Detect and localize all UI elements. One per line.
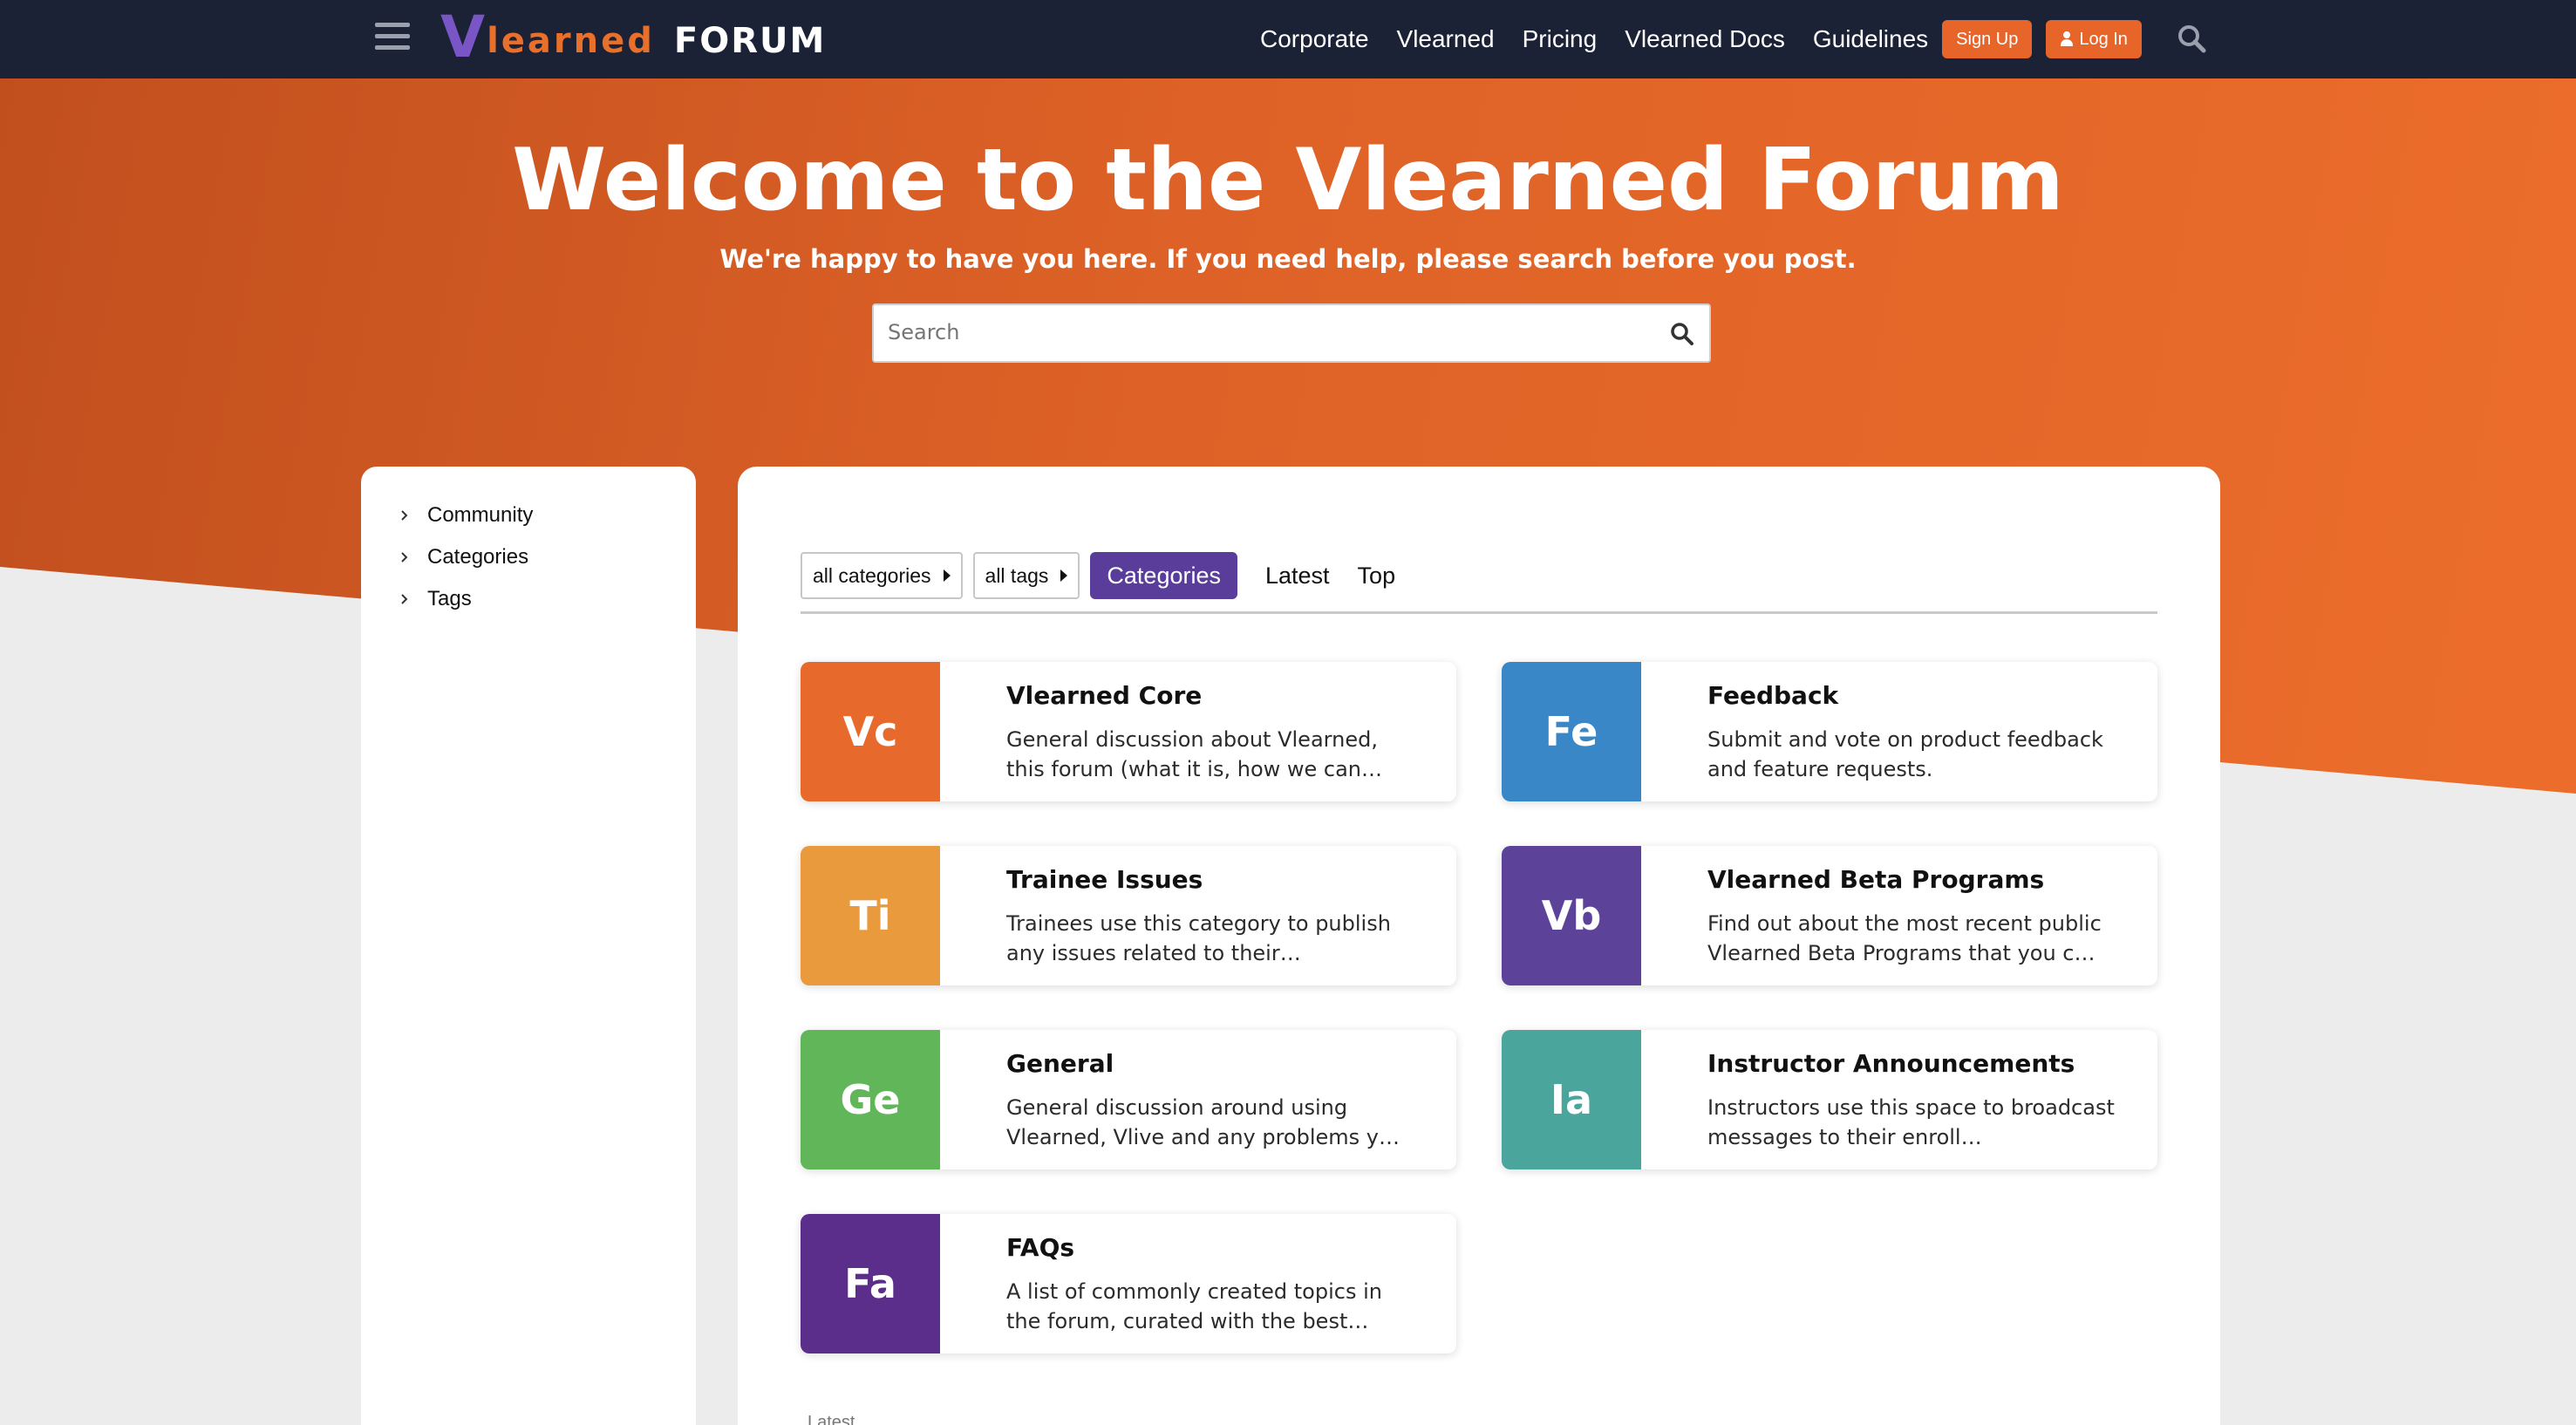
top-navigation-bar: V learned FORUM Corporate Vlearned Prici…	[0, 0, 2576, 78]
sidebar-item-label: Categories	[427, 545, 529, 569]
category-title[interactable]: General	[1006, 1049, 1114, 1078]
category-description: Instructors use this space to broadcast …	[1707, 1095, 2115, 1149]
category-title[interactable]: Trainee Issues	[1006, 865, 1203, 894]
tag-dropdown-label: all tags	[985, 563, 1049, 587]
sidebar-item-tags[interactable]: Tags	[396, 587, 472, 611]
caret-right-icon	[1060, 569, 1068, 582]
category-badge: Vc	[801, 662, 940, 801]
category-card-trainee-issues[interactable]: Ti Trainee Issues Trainees use this cate…	[801, 846, 1456, 985]
category-title[interactable]: FAQs	[1006, 1233, 1074, 1262]
category-badge: Ia	[1502, 1030, 1641, 1169]
category-description: A list of commonly created topics in the…	[1006, 1279, 1382, 1333]
sidebar-item-label: Community	[427, 503, 534, 527]
sidebar: Community Categories Tags	[361, 467, 696, 1425]
tab-top[interactable]: Top	[1358, 562, 1396, 590]
category-card-general[interactable]: Ge General General discussion around usi…	[801, 1030, 1456, 1169]
category-card-vlearned-beta-programs[interactable]: Vb Vlearned Beta Programs Find out about…	[1502, 846, 2157, 985]
category-badge: Vb	[1502, 846, 1641, 985]
sidebar-item-categories[interactable]: Categories	[396, 545, 528, 569]
search-icon[interactable]	[2176, 23, 2207, 54]
category-badge: Ge	[801, 1030, 940, 1169]
category-card-vlearned-core[interactable]: Vc Vlearned Core General discussion abou…	[801, 662, 1456, 801]
nav-link-vlearned-docs[interactable]: Vlearned Docs	[1625, 25, 1785, 53]
tab-latest[interactable]: Latest	[1265, 562, 1330, 590]
latest-section-label: Latest	[808, 1413, 855, 1425]
nav-link-corporate[interactable]: Corporate	[1260, 25, 1369, 53]
category-description: Submit and vote on product feedback and …	[1707, 727, 2103, 781]
sidebar-item-label: Tags	[427, 587, 472, 610]
logo-v: V	[440, 3, 486, 71]
chevron-right-icon	[401, 510, 408, 521]
sign-up-label: Sign Up	[1956, 29, 2019, 49]
tag-dropdown[interactable]: all tags	[972, 552, 1080, 599]
caret-right-icon	[943, 569, 951, 582]
chevron-right-icon	[401, 594, 408, 604]
sign-up-button[interactable]: Sign Up	[1942, 20, 2033, 58]
chevron-right-icon	[401, 552, 408, 562]
tab-categories[interactable]: Categories	[1090, 552, 1237, 599]
category-dropdown[interactable]: all categories	[801, 552, 963, 599]
user-icon	[2060, 31, 2074, 47]
tab-divider	[801, 611, 2157, 614]
log-in-button[interactable]: Log In	[2046, 20, 2142, 58]
category-description: Find out about the most recent public Vl…	[1707, 911, 2102, 965]
category-title[interactable]: Vlearned Beta Programs	[1707, 865, 2044, 894]
category-title[interactable]: Instructor Announcements	[1707, 1049, 2075, 1078]
main-content: all categories all tags Categories Lates…	[738, 467, 2220, 1425]
nav-link-vlearned[interactable]: Vlearned	[1397, 25, 1495, 53]
page-title: Welcome to the Vlearned Forum	[512, 131, 2064, 230]
sidebar-item-community[interactable]: Community	[396, 503, 533, 528]
filter-bar: all categories all tags Categories Lates…	[801, 550, 1423, 601]
logo-learned: learned	[487, 21, 655, 61]
category-card-instructor-announcements[interactable]: Ia Instructor Announcements Instructors …	[1502, 1030, 2157, 1169]
hamburger-menu-icon[interactable]	[375, 23, 410, 51]
page-subtitle: We're happy to have you here. If you nee…	[719, 244, 1857, 274]
nav-link-guidelines[interactable]: Guidelines	[1813, 25, 1928, 53]
category-badge: Ti	[801, 846, 940, 985]
search-input[interactable]	[888, 320, 1655, 344]
category-dropdown-label: all categories	[813, 563, 931, 587]
category-description: General discussion around using Vlearned…	[1006, 1095, 1400, 1149]
search-box[interactable]	[872, 303, 1711, 363]
category-description: Trainees use this category to publish an…	[1006, 911, 1391, 965]
search-icon[interactable]	[1669, 321, 1695, 347]
category-card-feedback[interactable]: Fe Feedback Submit and vote on product f…	[1502, 662, 2157, 801]
category-title[interactable]: Vlearned Core	[1006, 681, 1202, 710]
site-logo[interactable]: V learned FORUM	[440, 5, 826, 66]
nav-link-pricing[interactable]: Pricing	[1523, 25, 1598, 53]
category-badge: Fa	[801, 1214, 940, 1353]
category-badge: Fe	[1502, 662, 1641, 801]
log-in-label: Log In	[2079, 29, 2128, 49]
main-nav: Corporate Vlearned Pricing Vlearned Docs…	[1260, 0, 2156, 78]
category-card-faqs[interactable]: Fa FAQs A list of commonly created topic…	[801, 1214, 1456, 1353]
logo-forum: FORUM	[673, 21, 827, 61]
category-description: General discussion about Vlearned, this …	[1006, 727, 1383, 781]
category-title[interactable]: Feedback	[1707, 681, 1838, 710]
